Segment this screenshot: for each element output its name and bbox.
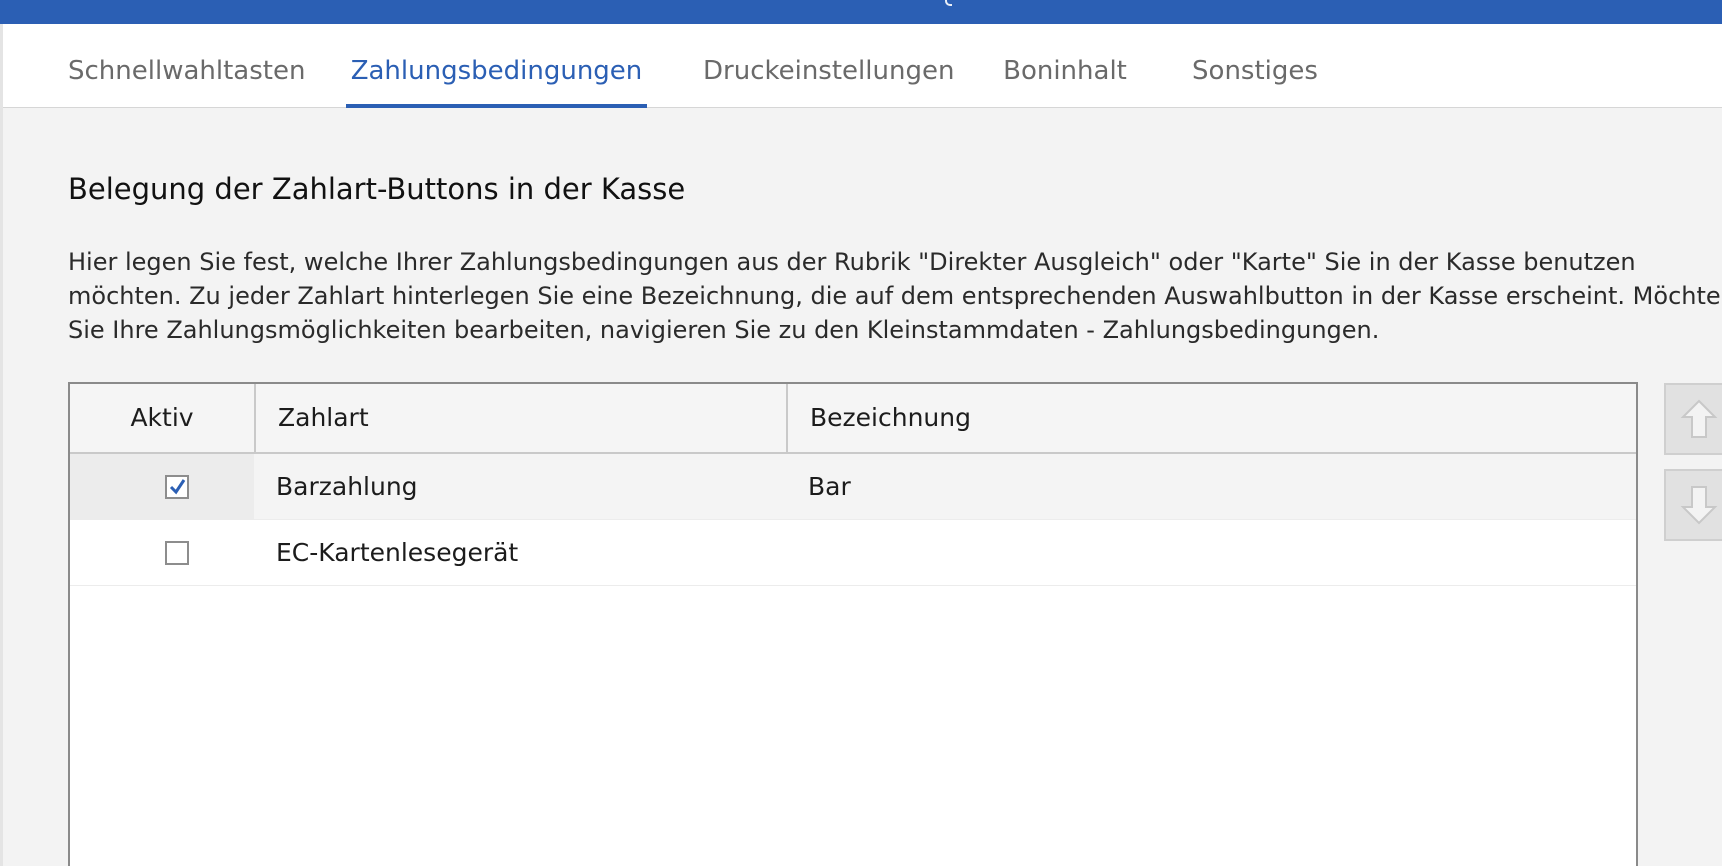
column-header-zahlart[interactable]: Zahlart <box>254 384 786 452</box>
tab-bar: Schnellwahltasten Zahlungsbedingungen Dr… <box>3 24 1722 108</box>
column-header-aktiv[interactable]: Aktiv <box>70 384 254 452</box>
tab-label: Boninhalt <box>1003 56 1127 86</box>
aktiv-cell <box>70 520 254 586</box>
tab-schnellwahltasten[interactable]: Schnellwahltasten <box>68 24 305 108</box>
description-line: möchten. Zu jeder Zahlart hinterlegen Si… <box>68 282 1722 310</box>
table-row[interactable]: Barzahlung Bar <box>70 454 1636 520</box>
column-header-bezeichnung[interactable]: Bezeichnung <box>786 384 1636 452</box>
zahlart-cell: Barzahlung <box>276 472 418 501</box>
tab-label: Sonstiges <box>1192 56 1318 86</box>
zahlart-cell: EC-Kartenlesegerät <box>276 538 519 567</box>
section-title: Belegung der Zahlart-Buttons in der Kass… <box>68 172 686 206</box>
tab-label: Schnellwahltasten <box>68 56 306 86</box>
bezeichnung-cell[interactable]: Bar <box>786 454 851 520</box>
arrow-up-icon <box>1680 399 1718 438</box>
title-bar <box>0 0 1722 24</box>
title-text-fragment <box>945 0 952 6</box>
app-window: Schnellwahltasten Zahlungsbedingungen Dr… <box>0 0 1722 866</box>
window-left-edge <box>0 24 3 866</box>
tab-label: Zahlungsbedingungen <box>350 56 643 86</box>
description-line: Sie Ihre Zahlungsmöglichkeiten bearbeite… <box>68 316 1380 344</box>
table-row[interactable]: EC-Kartenlesegerät <box>70 520 1636 586</box>
aktiv-checkbox[interactable] <box>165 541 189 565</box>
payment-methods-table: Aktiv Zahlart Bezeichnung Barzahlung Bar… <box>68 382 1638 866</box>
section-description: Hier legen Sie fest, welche Ihrer Zahlun… <box>68 245 1722 347</box>
tab-druckeinstellungen[interactable]: Druckeinstellungen <box>703 24 954 108</box>
tab-boninhalt[interactable]: Boninhalt <box>1000 24 1130 108</box>
move-up-button[interactable] <box>1664 383 1722 455</box>
arrow-down-icon <box>1680 486 1718 525</box>
move-down-button[interactable] <box>1664 469 1722 541</box>
bezeichnung-cell[interactable] <box>786 520 808 586</box>
tab-sonstiges[interactable]: Sonstiges <box>1186 24 1324 108</box>
aktiv-cell <box>70 454 254 520</box>
active-tab-indicator <box>346 104 647 108</box>
aktiv-checkbox[interactable] <box>165 475 189 499</box>
checkmark-icon <box>169 479 186 495</box>
description-line: Hier legen Sie fest, welche Ihrer Zahlun… <box>68 248 1636 276</box>
tab-label: Druckeinstellungen <box>703 56 955 86</box>
table-header: Aktiv Zahlart Bezeichnung <box>70 384 1636 454</box>
tab-zahlungsbedingungen[interactable]: Zahlungsbedingungen <box>346 24 647 108</box>
